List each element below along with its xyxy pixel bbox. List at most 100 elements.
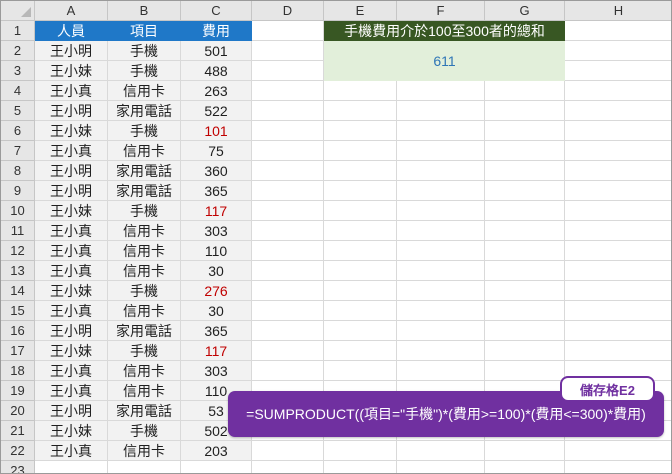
person-cell[interactable]: 王小真 [35, 361, 108, 381]
row-header-8[interactable]: 8 [1, 161, 35, 181]
empty-cell[interactable] [397, 181, 485, 201]
empty-cell[interactable] [565, 461, 671, 473]
row-header-22[interactable]: 22 [1, 441, 35, 461]
fee-cell[interactable]: 117 [181, 341, 252, 361]
empty-cell[interactable] [485, 461, 565, 473]
empty-cell[interactable] [108, 461, 181, 473]
fee-cell[interactable]: 303 [181, 361, 252, 381]
empty-cell[interactable] [485, 161, 565, 181]
item-cell[interactable]: 信用卡 [108, 261, 181, 281]
item-cell[interactable]: 家用電話 [108, 401, 181, 421]
item-cell[interactable]: 信用卡 [108, 81, 181, 101]
row-header-11[interactable]: 11 [1, 221, 35, 241]
fee-cell[interactable]: 75 [181, 141, 252, 161]
person-cell[interactable]: 王小妹 [35, 121, 108, 141]
header-item-cell[interactable]: 項目 [108, 21, 181, 41]
empty-cell[interactable] [252, 301, 324, 321]
person-cell[interactable]: 王小妹 [35, 281, 108, 301]
item-cell[interactable]: 信用卡 [108, 381, 181, 401]
empty-cell[interactable] [252, 241, 324, 261]
row-header-3[interactable]: 3 [1, 61, 35, 81]
person-cell[interactable]: 王小真 [35, 141, 108, 161]
empty-cell[interactable] [397, 321, 485, 341]
row-header-1[interactable]: 1 [1, 21, 35, 41]
row-header-14[interactable]: 14 [1, 281, 35, 301]
empty-cell[interactable] [252, 41, 324, 61]
empty-cell[interactable] [252, 441, 324, 461]
header-person-cell[interactable]: 人員 [35, 21, 108, 41]
empty-cell[interactable] [324, 181, 397, 201]
empty-cell[interactable] [565, 261, 671, 281]
empty-cell[interactable] [397, 221, 485, 241]
column-header-d[interactable]: D [252, 1, 324, 21]
column-header-b[interactable]: B [108, 1, 181, 21]
empty-cell[interactable] [252, 61, 324, 81]
column-header-e[interactable]: E [324, 1, 397, 21]
summary-result-cell[interactable]: 611 [324, 41, 565, 81]
empty-cell[interactable] [252, 81, 324, 101]
item-cell[interactable]: 信用卡 [108, 361, 181, 381]
empty-cell[interactable] [397, 161, 485, 181]
empty-cell[interactable] [485, 241, 565, 261]
empty-cell[interactable] [35, 461, 108, 473]
row-header-17[interactable]: 17 [1, 341, 35, 361]
item-cell[interactable]: 手機 [108, 421, 181, 441]
fee-cell[interactable]: 110 [181, 241, 252, 261]
empty-cell[interactable] [324, 301, 397, 321]
fee-cell[interactable]: 365 [181, 181, 252, 201]
empty-cell[interactable] [565, 201, 671, 221]
person-cell[interactable]: 王小妹 [35, 421, 108, 441]
person-cell[interactable]: 王小真 [35, 81, 108, 101]
column-header-a[interactable]: A [35, 1, 108, 21]
empty-cell[interactable] [324, 341, 397, 361]
person-cell[interactable]: 王小妹 [35, 61, 108, 81]
empty-cell[interactable] [485, 361, 565, 381]
empty-cell[interactable] [565, 441, 671, 461]
empty-cell[interactable] [324, 241, 397, 261]
empty-cell[interactable] [565, 221, 671, 241]
column-header-h[interactable]: H [565, 1, 671, 21]
fee-cell[interactable]: 276 [181, 281, 252, 301]
person-cell[interactable]: 王小真 [35, 221, 108, 241]
empty-cell[interactable] [252, 181, 324, 201]
empty-cell[interactable] [565, 161, 671, 181]
item-cell[interactable]: 手機 [108, 121, 181, 141]
item-cell[interactable]: 家用電話 [108, 101, 181, 121]
empty-cell[interactable] [324, 281, 397, 301]
empty-cell[interactable] [485, 301, 565, 321]
person-cell[interactable]: 王小明 [35, 321, 108, 341]
person-cell[interactable]: 王小真 [35, 381, 108, 401]
empty-cell[interactable] [565, 141, 671, 161]
column-header-f[interactable]: F [397, 1, 485, 21]
item-cell[interactable]: 信用卡 [108, 241, 181, 261]
row-header-20[interactable]: 20 [1, 401, 35, 421]
person-cell[interactable]: 王小明 [35, 41, 108, 61]
empty-cell[interactable] [485, 281, 565, 301]
row-header-13[interactable]: 13 [1, 261, 35, 281]
row-header-23[interactable]: 23 [1, 461, 35, 473]
row-header-16[interactable]: 16 [1, 321, 35, 341]
fee-cell[interactable]: 522 [181, 101, 252, 121]
empty-cell[interactable] [324, 441, 397, 461]
person-cell[interactable]: 王小明 [35, 181, 108, 201]
empty-cell[interactable] [252, 21, 324, 41]
empty-cell[interactable] [397, 201, 485, 221]
item-cell[interactable]: 信用卡 [108, 301, 181, 321]
fee-cell[interactable]: 501 [181, 41, 252, 61]
empty-cell[interactable] [565, 281, 671, 301]
empty-cell[interactable] [324, 141, 397, 161]
row-header-21[interactable]: 21 [1, 421, 35, 441]
empty-cell[interactable] [324, 321, 397, 341]
empty-cell[interactable] [252, 261, 324, 281]
row-header-7[interactable]: 7 [1, 141, 35, 161]
summary-title-cell[interactable]: 手機費用介於100至300者的總和 [324, 21, 565, 41]
empty-cell[interactable] [397, 81, 485, 101]
empty-cell[interactable] [565, 301, 671, 321]
item-cell[interactable]: 信用卡 [108, 221, 181, 241]
empty-cell[interactable] [324, 101, 397, 121]
item-cell[interactable]: 手機 [108, 61, 181, 81]
empty-cell[interactable] [485, 141, 565, 161]
empty-cell[interactable] [397, 281, 485, 301]
empty-cell[interactable] [324, 221, 397, 241]
item-cell[interactable]: 手機 [108, 341, 181, 361]
